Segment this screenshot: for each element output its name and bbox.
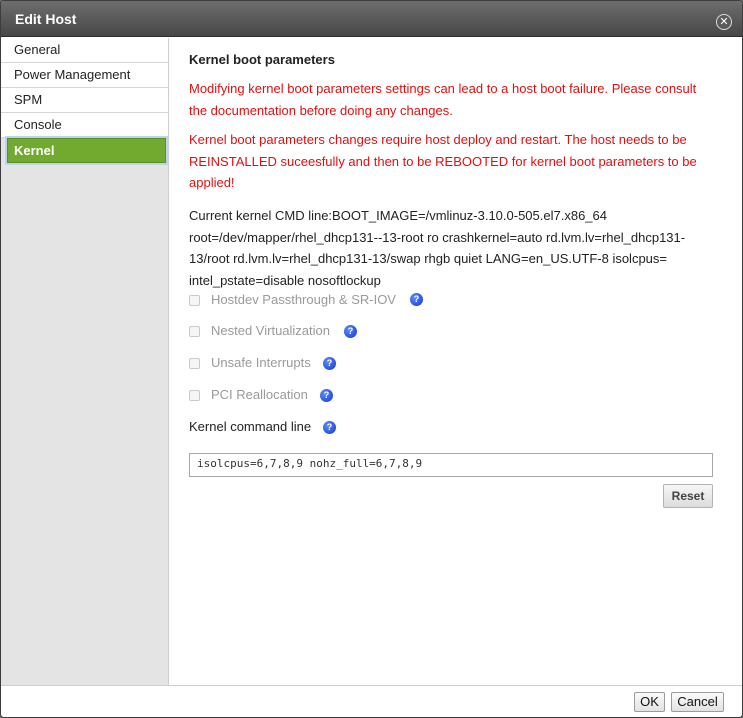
tab-general[interactable]: General xyxy=(1,38,168,63)
nested-virtualization-checkbox[interactable] xyxy=(189,326,200,337)
help-icon[interactable]: ? xyxy=(344,325,357,338)
option-label: Nested Virtualization xyxy=(211,323,330,338)
option-label: PCI Reallocation xyxy=(211,387,308,402)
dialog-footer: OK Cancel xyxy=(1,685,742,717)
option-label: Unsafe Interrupts xyxy=(211,355,311,370)
tab-kernel[interactable]: Kernel xyxy=(7,138,166,163)
current-cmdline-text: Current kernel CMD line:BOOT_IMAGE=/vmli… xyxy=(189,208,686,288)
help-icon[interactable]: ? xyxy=(410,293,423,306)
edit-host-dialog: Edit Host ✕ General Power Management SPM… xyxy=(0,0,743,718)
close-icon[interactable]: ✕ xyxy=(716,14,732,30)
tab-console[interactable]: Console xyxy=(1,113,168,138)
warning-text-2: Kernel boot parameters changes require h… xyxy=(189,132,697,190)
help-icon[interactable]: ? xyxy=(320,389,333,402)
tab-power-management[interactable]: Power Management xyxy=(1,63,168,88)
help-icon[interactable]: ? xyxy=(323,421,336,434)
cancel-button[interactable]: Cancel xyxy=(671,692,724,712)
option-label: Hostdev Passthrough & SR-IOV xyxy=(211,292,396,307)
pci-reallocation-checkbox[interactable] xyxy=(189,390,200,401)
warning-text-1: Modifying kernel boot parameters setting… xyxy=(189,81,697,118)
kernel-command-line-input[interactable]: isolcpus=6,7,8,9 nohz_full=6,7,8,9 xyxy=(189,453,713,477)
unsafe-interrupts-checkbox[interactable] xyxy=(189,358,200,369)
ok-button[interactable]: OK xyxy=(634,692,665,712)
dialog-title: Edit Host xyxy=(15,11,77,27)
section-heading: Kernel boot parameters xyxy=(189,52,335,67)
help-icon[interactable]: ? xyxy=(323,357,336,370)
kernel-command-line-label: Kernel command line xyxy=(189,419,312,434)
kernel-panel: Kernel boot parameters Modifying kernel … xyxy=(170,38,742,685)
tab-spm[interactable]: SPM xyxy=(1,88,168,113)
sidebar: General Power Management SPM Console Ker… xyxy=(1,38,169,685)
reset-button[interactable]: Reset xyxy=(663,484,713,508)
hostdev-passthrough-checkbox[interactable] xyxy=(189,295,200,306)
dialog-titlebar: Edit Host ✕ xyxy=(1,1,742,37)
